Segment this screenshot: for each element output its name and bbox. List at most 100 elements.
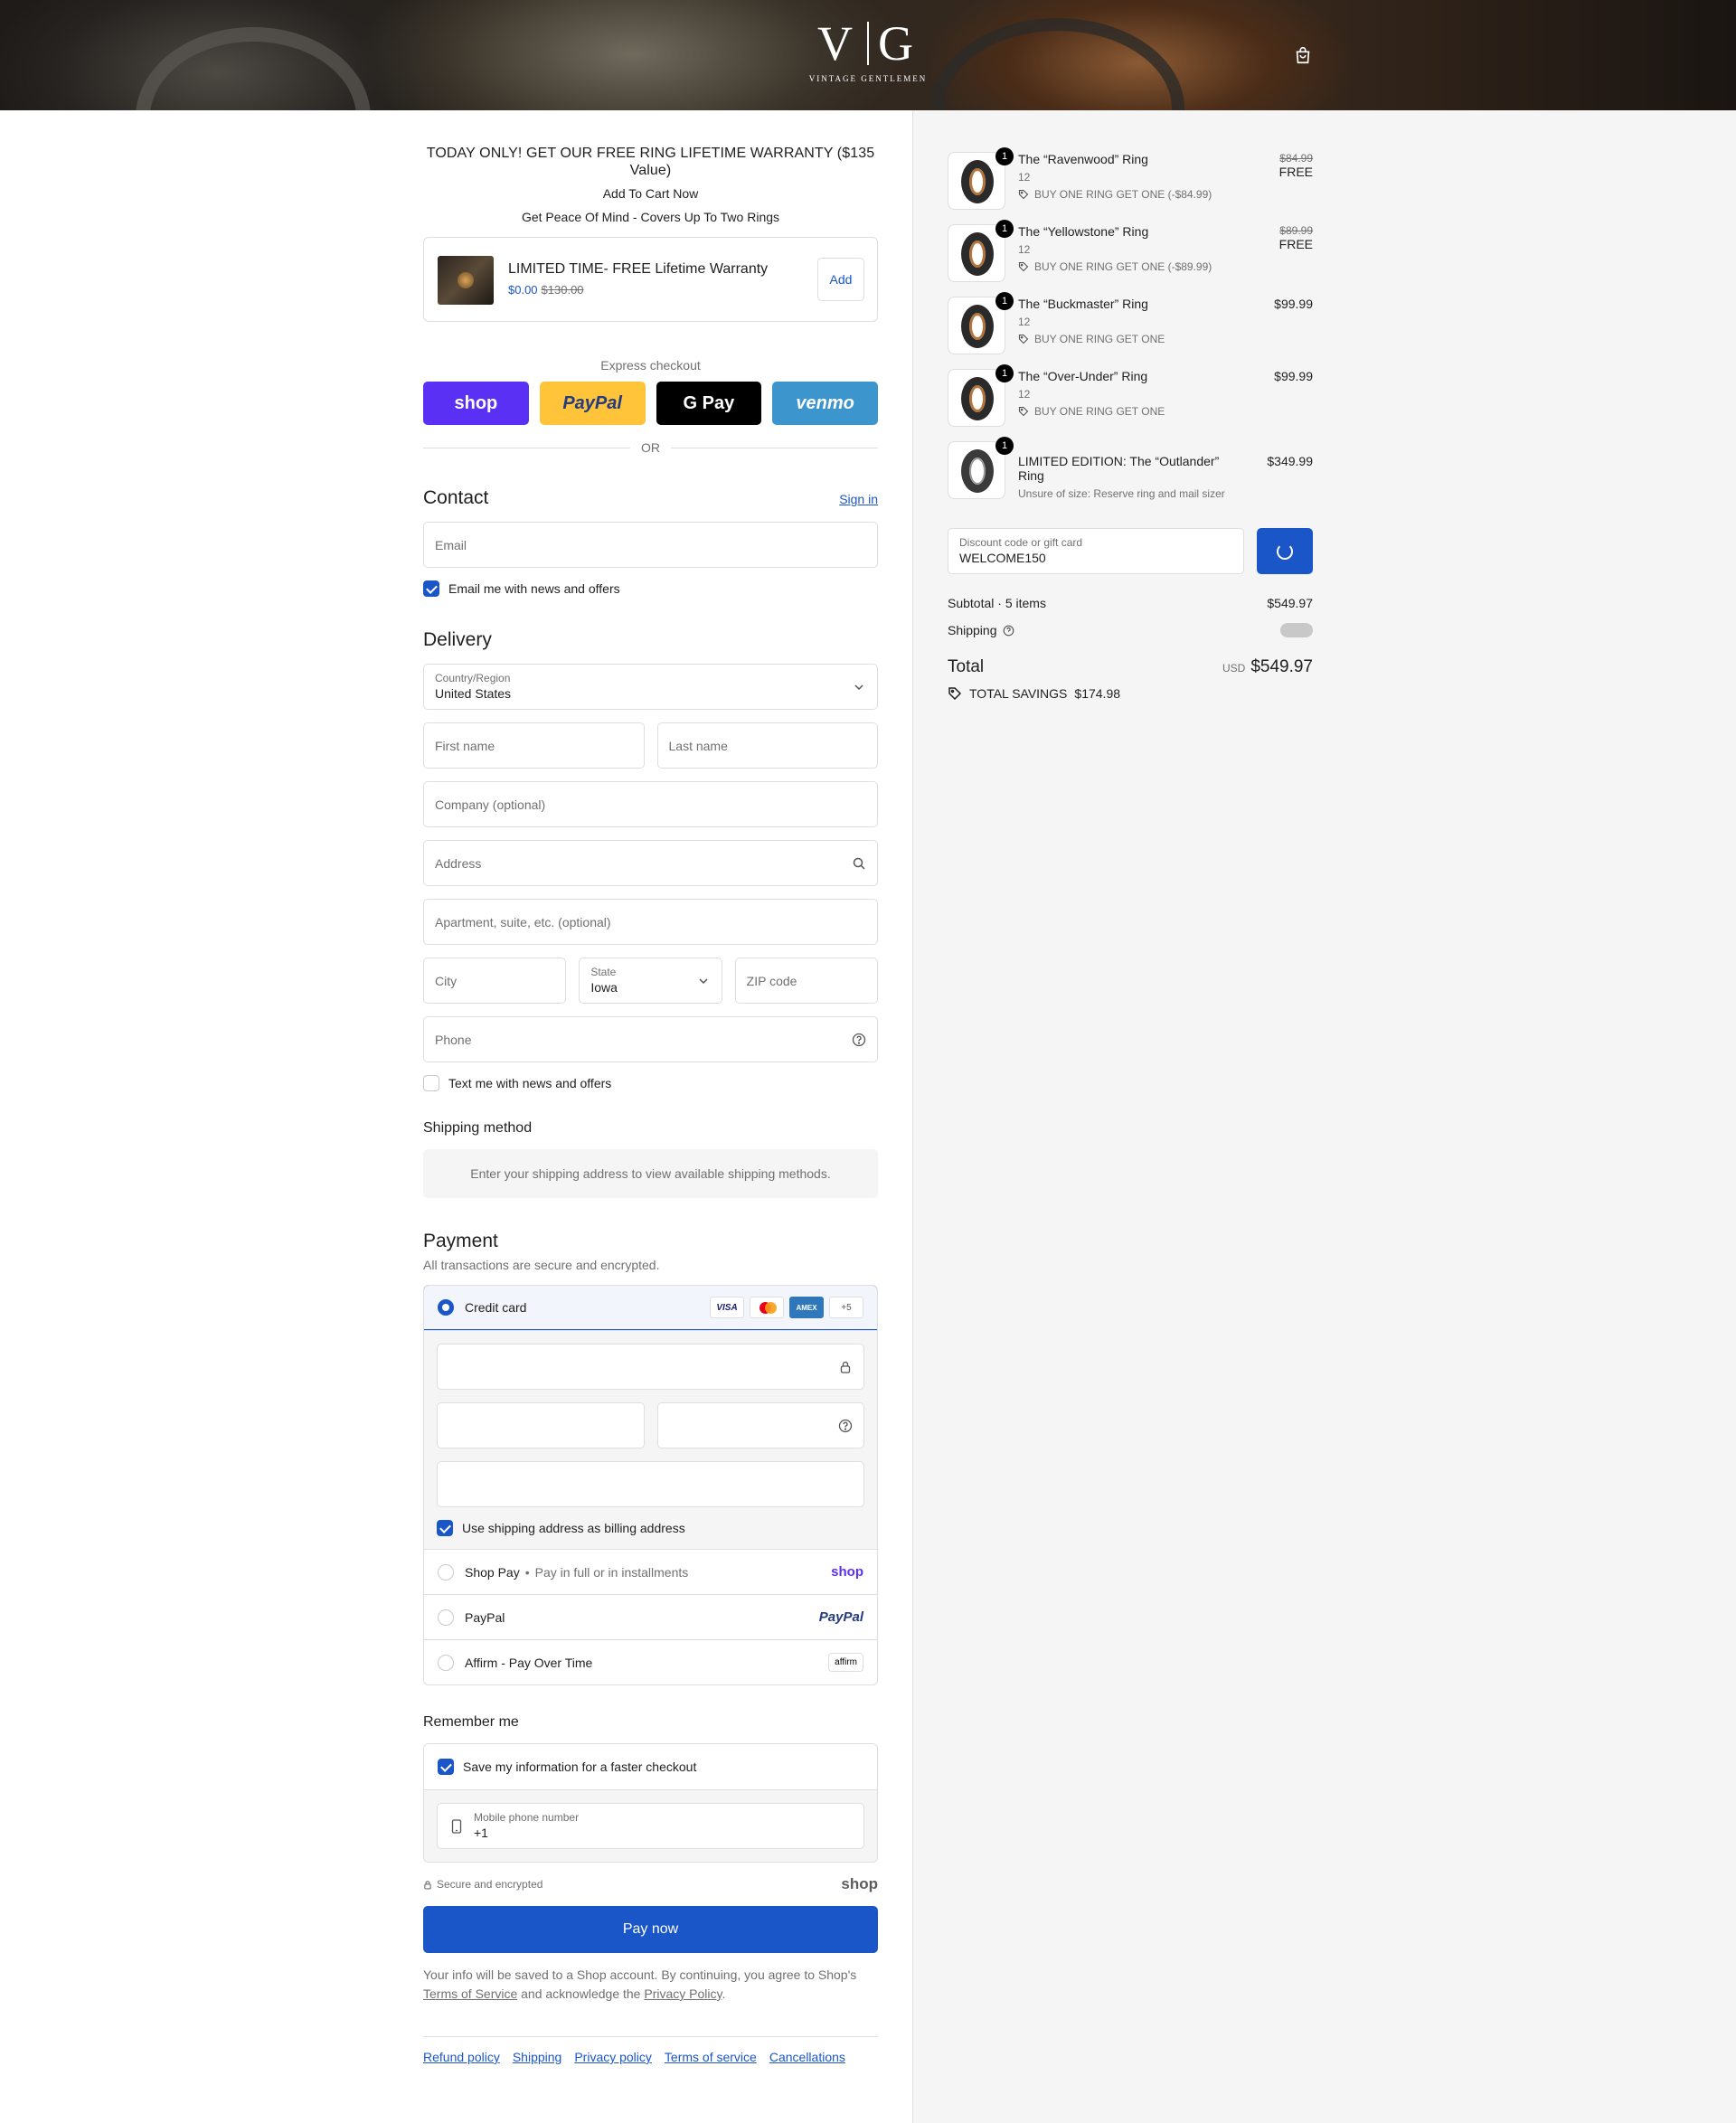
product-thumbnail: 1 — [948, 147, 1014, 210]
country-label: Country/Region — [435, 672, 511, 684]
checkbox-checked-icon[interactable] — [438, 1759, 454, 1775]
billing-address-checkbox[interactable]: Use shipping address as billing address — [437, 1520, 864, 1549]
payment-options: Credit card VISA AMEX +5 Use shipping ad… — [423, 1285, 878, 1685]
logo-tagline: VINTAGE GENTLEMEN — [808, 74, 928, 83]
store-logo[interactable]: VG VINTAGE GENTLEMEN — [796, 18, 940, 83]
sign-in-link[interactable]: Sign in — [839, 492, 878, 506]
quantity-badge: 1 — [995, 292, 1014, 310]
paypal-logo: PayPal — [818, 1609, 863, 1625]
total-savings-label: TOTAL SAVINGS — [969, 686, 1068, 701]
terms-of-service-footer-link[interactable]: Terms of service — [665, 2050, 757, 2064]
tag-icon — [1018, 334, 1029, 344]
shop-pay-option[interactable]: Shop Pay • Pay in full or in installment… — [424, 1549, 877, 1594]
address-field[interactable]: Address — [423, 840, 878, 886]
help-circle-icon[interactable] — [852, 1033, 866, 1047]
search-icon — [853, 857, 865, 870]
cancellations-link[interactable]: Cancellations — [769, 2050, 845, 2064]
banner-ring-image — [136, 27, 371, 110]
text-news-checkbox[interactable]: Text me with news and offers — [423, 1075, 878, 1091]
email-field[interactable]: Email — [423, 522, 878, 568]
product-variant: 12 — [1018, 388, 1031, 401]
tag-icon — [1018, 406, 1029, 417]
remember-me-box: Save my information for a faster checkou… — [423, 1743, 878, 1863]
mobile-phone-field[interactable]: Mobile phone number +1 — [437, 1803, 864, 1849]
city-field[interactable]: City — [423, 958, 567, 1004]
refund-policy-link[interactable]: Refund policy — [423, 2050, 500, 2064]
help-circle-icon[interactable] — [1003, 625, 1014, 637]
total-row: Total USD $549.97 — [948, 657, 1313, 677]
payment-title: Payment — [423, 1231, 498, 1251]
radio-unselected-icon[interactable] — [438, 1563, 454, 1580]
venmo-express-button[interactable]: venmo — [772, 382, 878, 425]
discount-tag: BUY ONE RING GET ONE (-$84.99) — [1018, 188, 1231, 201]
discount-code-label: Discount code or gift card — [959, 536, 1083, 549]
security-code-field[interactable] — [656, 1402, 864, 1448]
ring-image — [961, 305, 994, 348]
ring-image — [961, 449, 994, 493]
privacy-policy-footer-link[interactable]: Privacy policy — [574, 2050, 652, 2064]
product-variant: Unsure of size: Reserve ring and mail si… — [1018, 487, 1225, 500]
line-item: 1 The “Yellowstone” Ring 12 BUY ONE RING… — [948, 220, 1313, 297]
quantity-badge: 1 — [995, 364, 1014, 382]
discount-code-field[interactable]: Discount code or gift card WELCOME150 — [948, 528, 1244, 574]
lock-icon — [840, 1361, 851, 1373]
checkbox-unchecked-icon[interactable] — [423, 1075, 439, 1091]
radio-selected-icon[interactable] — [438, 1299, 454, 1316]
shipping-policy-link[interactable]: Shipping — [513, 2050, 562, 2064]
affirm-option[interactable]: Affirm - Pay Over Time affirm — [424, 1639, 877, 1684]
shop-pay-express-button[interactable]: shop — [423, 382, 529, 425]
shopping-bag-icon[interactable] — [1293, 45, 1313, 65]
address-placeholder: Address — [435, 856, 482, 871]
line-price: FREE — [1278, 237, 1313, 251]
credit-card-option[interactable]: Credit card VISA AMEX +5 — [424, 1286, 877, 1330]
subtotal-row: Subtotal · 5 items $549.97 — [948, 596, 1313, 610]
email-news-checkbox[interactable]: Email me with news and offers — [423, 580, 878, 597]
or-label: OR — [641, 440, 660, 455]
last-name-field[interactable]: Last name — [656, 722, 878, 769]
paypal-option[interactable]: PayPal PayPal — [424, 1594, 877, 1639]
upsell-add-button[interactable]: Add — [817, 258, 864, 301]
radio-unselected-icon[interactable] — [438, 1609, 454, 1626]
header-banner: VG VINTAGE GENTLEMEN — [0, 0, 1736, 110]
promo-line-1: Add To Cart Now — [602, 186, 699, 201]
country-select[interactable]: Country/Region United States — [423, 664, 878, 710]
email-news-label: Email me with news and offers — [448, 581, 620, 596]
apply-discount-button[interactable] — [1257, 528, 1313, 574]
checkbox-checked-icon[interactable] — [437, 1520, 453, 1536]
help-circle-icon[interactable] — [838, 1419, 853, 1433]
pay-now-button[interactable]: Pay now — [423, 1906, 878, 1953]
shop-pay-label: Shop Pay — [465, 1564, 520, 1580]
currency-code: USD — [1222, 662, 1246, 675]
city-placeholder: City — [435, 974, 458, 988]
mobile-phone-icon — [451, 1819, 462, 1834]
discount-label: BUY ONE RING GET ONE (-$84.99) — [1034, 188, 1212, 201]
product-thumbnail: 1 — [948, 220, 1014, 282]
zip-field[interactable]: ZIP code — [734, 958, 878, 1004]
upsell-compare-price: $130.00 — [541, 283, 584, 297]
company-field[interactable]: Company (optional) — [423, 781, 878, 827]
or-divider: OR — [423, 440, 878, 455]
checkbox-checked-icon[interactable] — [423, 580, 439, 597]
express-checkout-label: Express checkout — [600, 358, 701, 373]
product-thumbnail: 1 — [948, 364, 1014, 427]
paypal-express-button[interactable]: PayPal — [539, 382, 646, 425]
discount-tag: BUY ONE RING GET ONE — [1018, 405, 1231, 418]
apartment-field[interactable]: Apartment, suite, etc. (optional) — [423, 899, 878, 945]
privacy-policy-link[interactable]: Privacy Policy — [644, 1986, 722, 2001]
secure-row: Secure and encrypted shop — [423, 1875, 878, 1893]
expiration-date-field[interactable] — [437, 1402, 645, 1448]
text-news-label: Text me with news and offers — [448, 1076, 612, 1090]
state-select[interactable]: State Iowa — [579, 958, 722, 1004]
line-item: 1 LIMITED EDITION: The “Outlander” Ring … — [948, 437, 1313, 521]
name-on-card-field[interactable] — [437, 1461, 864, 1507]
first-name-field[interactable]: First name — [423, 722, 645, 769]
company-placeholder: Company (optional) — [435, 797, 546, 812]
banner-ring-image — [931, 18, 1184, 110]
phone-field[interactable]: Phone — [423, 1016, 878, 1062]
google-pay-express-button[interactable]: G Pay — [656, 382, 762, 425]
terms-of-service-link[interactable]: Terms of Service — [423, 1986, 517, 2001]
shipping-method-title: Shipping method — [423, 1120, 533, 1136]
radio-unselected-icon[interactable] — [438, 1654, 454, 1671]
visa-icon: VISA — [710, 1297, 744, 1318]
card-number-field[interactable] — [437, 1344, 864, 1390]
